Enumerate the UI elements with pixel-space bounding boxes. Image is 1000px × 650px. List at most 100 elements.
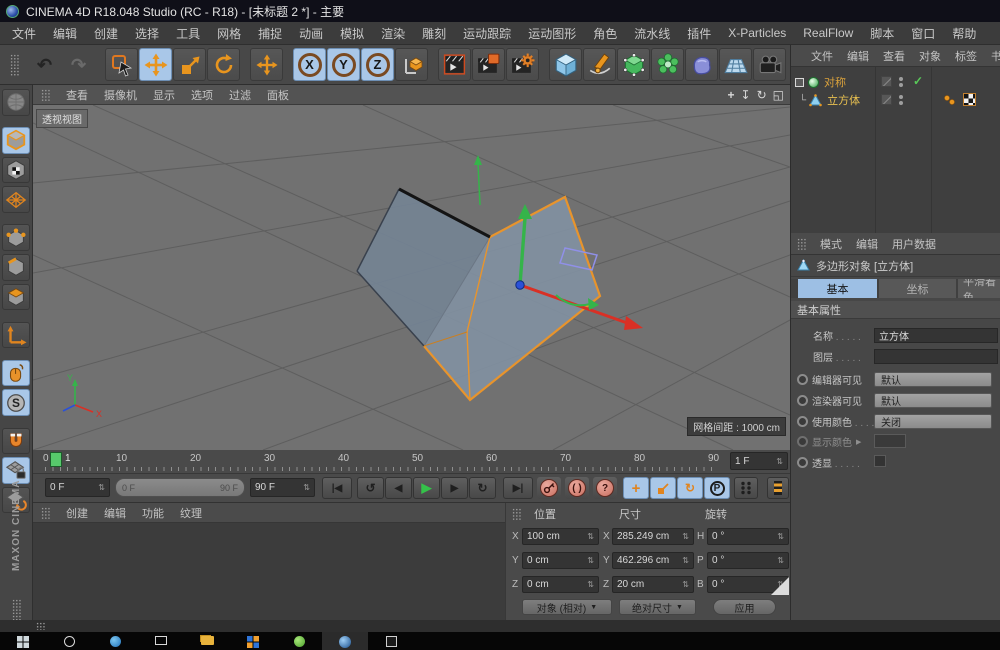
viewport-label[interactable]: 透视视图: [36, 109, 88, 128]
display-color-swatch[interactable]: [874, 434, 906, 448]
lock-z-axis-button[interactable]: Z: [361, 48, 394, 81]
frame-range-slider[interactable]: 0 F 90 F: [115, 478, 245, 497]
taskbar-app-6[interactable]: [276, 632, 322, 650]
material-grip[interactable]: [41, 507, 50, 519]
rot-p-spinner-icon[interactable]: ⇅: [777, 556, 784, 565]
axis-mode-button[interactable]: [2, 322, 30, 349]
viewport-scene[interactable]: Y X: [33, 105, 790, 450]
taskbar-app-1[interactable]: [46, 632, 92, 650]
scale-tool-button[interactable]: [173, 48, 206, 81]
xray-radio[interactable]: [797, 457, 808, 468]
menu-character[interactable]: 角色: [593, 25, 617, 42]
mat-menu-function[interactable]: 功能: [142, 505, 164, 521]
menu-render[interactable]: 渲染: [381, 25, 405, 42]
lock-x-axis-button[interactable]: X: [293, 48, 326, 81]
deformer-button[interactable]: [617, 48, 650, 81]
material-manager-body[interactable]: [33, 523, 505, 620]
apply-button[interactable]: 应用: [713, 599, 776, 615]
taskbar-app-5[interactable]: [230, 632, 276, 650]
layer-field[interactable]: [874, 349, 998, 364]
timeline-ruler[interactable]: 0 10 20 30 40 50 60 70 80 90 1 1 F ⇅: [33, 450, 790, 474]
volume-button[interactable]: [685, 48, 718, 81]
tab-coordinates[interactable]: 坐标: [879, 279, 956, 298]
menu-snap[interactable]: 捕捉: [258, 25, 282, 42]
edges-mode-button[interactable]: [2, 254, 30, 281]
play-backwards-button[interactable]: ↺: [357, 477, 384, 499]
size-mode-dropdown[interactable]: 绝对尺寸 ▼: [619, 599, 696, 615]
om-menu-objects[interactable]: 对象: [919, 48, 941, 64]
keyframe-selection-button[interactable]: ?: [593, 477, 617, 499]
key-position-button[interactable]: +: [623, 477, 649, 499]
menu-animate[interactable]: 动画: [299, 25, 323, 42]
editor-visibility-dropdown[interactable]: 默认: [874, 372, 992, 387]
size-x-field[interactable]: 285.249 cm⇅: [612, 528, 694, 545]
rotate-tool-button[interactable]: [207, 48, 240, 81]
current-frame-marker[interactable]: [50, 452, 62, 467]
polygons-mode-button[interactable]: [2, 284, 30, 311]
taskbar-app-active[interactable]: [322, 632, 368, 650]
lock-y-axis-button[interactable]: Y: [327, 48, 360, 81]
key-rotation-button[interactable]: ↻: [677, 477, 703, 499]
vp-menu-filter[interactable]: 过滤: [229, 87, 251, 103]
menu-create[interactable]: 创建: [94, 25, 118, 42]
menu-motion-tracker[interactable]: 运动跟踪: [463, 25, 511, 42]
vp-menu-options[interactable]: 选项: [191, 87, 213, 103]
points-mode-button[interactable]: [2, 224, 30, 251]
loop-button[interactable]: ↻: [469, 477, 496, 499]
menu-tools[interactable]: 工具: [176, 25, 200, 42]
taskbar-app-4[interactable]: [184, 632, 230, 650]
enabled-check-icon[interactable]: ✓: [913, 74, 923, 88]
object-name[interactable]: 对称: [824, 74, 846, 90]
object-row-symmetry[interactable]: 对称 ✓: [791, 73, 1000, 91]
coord-mode-dropdown[interactable]: 对象 (相对) ▼: [522, 599, 612, 615]
menu-sculpt[interactable]: 雕刻: [422, 25, 446, 42]
record-keyframe-button[interactable]: [537, 477, 561, 499]
play-button[interactable]: ▶: [413, 477, 440, 499]
vp-pan-icon[interactable]: +: [728, 88, 735, 102]
move-tool-button[interactable]: [139, 48, 172, 81]
texture-mode-button[interactable]: [2, 157, 30, 184]
mat-menu-create[interactable]: 创建: [66, 505, 88, 521]
object-name[interactable]: 立方体: [827, 92, 860, 108]
menu-mesh[interactable]: 网格: [217, 25, 241, 42]
start-frame-field[interactable]: 0 F ⇅: [45, 478, 110, 497]
attr-menu-edit[interactable]: 编辑: [856, 236, 878, 252]
polygon-object[interactable]: [357, 189, 600, 400]
undo-button[interactable]: ↶: [28, 48, 61, 81]
menu-window[interactable]: 窗口: [911, 25, 935, 42]
make-editable-button[interactable]: [2, 89, 30, 116]
frame-field-spinner-icon[interactable]: ⇅: [776, 457, 783, 466]
live-selection-button[interactable]: [105, 48, 138, 81]
render-view-button[interactable]: [438, 48, 471, 81]
environment-floor-button[interactable]: [719, 48, 752, 81]
coords-grip[interactable]: [512, 508, 521, 520]
snap-settings-button[interactable]: S: [2, 389, 30, 416]
size-x-spinner-icon[interactable]: ⇅: [682, 532, 689, 541]
pos-y-spinner-icon[interactable]: ⇅: [587, 556, 594, 565]
viewport-canvas[interactable]: Y X 透视视图 网格间距 : 1000 cm: [33, 105, 790, 450]
taskbar-app-7[interactable]: [368, 632, 414, 650]
menu-realflow[interactable]: RealFlow: [803, 26, 853, 40]
size-y-spinner-icon[interactable]: ⇅: [682, 556, 689, 565]
menu-pipeline[interactable]: 流水线: [634, 25, 670, 42]
key-scale-button[interactable]: [650, 477, 676, 499]
keyframe-mode-button[interactable]: [767, 477, 789, 499]
xray-checkbox[interactable]: [874, 455, 886, 467]
rot-h-field[interactable]: 0 °⇅: [707, 528, 789, 545]
attr-menu-mode[interactable]: 模式: [820, 236, 842, 252]
om-menu-tags[interactable]: 标签: [955, 48, 977, 64]
visibility-dots[interactable]: [899, 95, 903, 105]
menu-select[interactable]: 选择: [135, 25, 159, 42]
vp-menu-view[interactable]: 查看: [66, 87, 88, 103]
viewport-solo-button[interactable]: [2, 360, 30, 387]
leftbar-grip[interactable]: [12, 599, 21, 620]
mograph-button[interactable]: [651, 48, 684, 81]
goto-start-button[interactable]: |◀: [322, 477, 352, 499]
goto-end-button[interactable]: ▶|: [503, 477, 533, 499]
pos-x-spinner-icon[interactable]: ⇅: [587, 532, 594, 541]
pos-z-field[interactable]: 0 cm⇅: [522, 576, 599, 593]
key-pla-button[interactable]: [734, 477, 758, 499]
end-frame-spinner-icon[interactable]: ⇅: [303, 483, 310, 492]
workplane-mode-button[interactable]: [2, 186, 30, 213]
menu-edit[interactable]: 编辑: [53, 25, 77, 42]
